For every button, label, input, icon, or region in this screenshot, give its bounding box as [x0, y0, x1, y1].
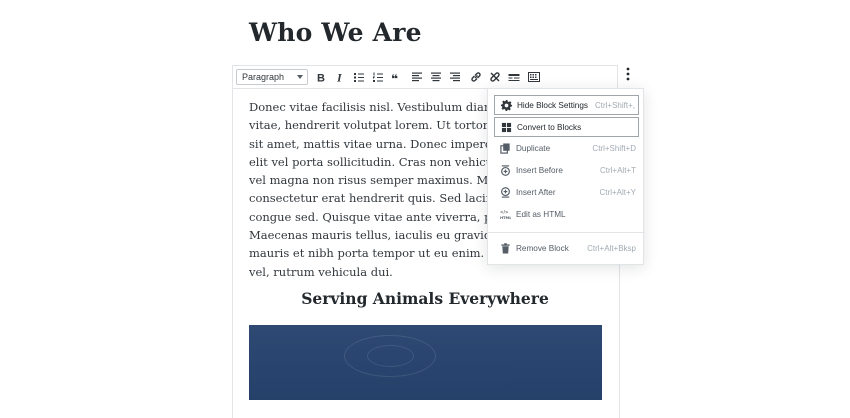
page-title[interactable]: Who We Are: [249, 18, 422, 47]
italic-icon[interactable]: I: [334, 71, 346, 83]
menu-item-label: Hide Block Settings: [517, 101, 588, 110]
menu-item-duplicate[interactable]: Duplicate Ctrl+Shift+D: [494, 139, 639, 159]
numbered-list-icon[interactable]: [372, 71, 384, 83]
menu-item-label: Convert to Blocks: [517, 123, 582, 132]
block-settings-menu: Hide Block Settings Ctrl+Shift+, Convert…: [487, 88, 645, 265]
bold-icon[interactable]: B: [315, 71, 327, 84]
menu-separator: [488, 232, 645, 233]
link-icon[interactable]: [470, 71, 482, 83]
bulleted-list-icon[interactable]: [353, 71, 365, 83]
menu-item-hide-block-settings[interactable]: Hide Block Settings Ctrl+Shift+,: [494, 95, 639, 115]
paragraph-line: vel, rutrum vehicula dui.: [249, 264, 393, 279]
menu-item-insert-after[interactable]: Insert After Ctrl+Alt+Y: [494, 183, 639, 203]
section-heading[interactable]: Serving Animals Everywhere: [232, 289, 618, 308]
menu-item-label: Insert After: [516, 188, 556, 197]
align-right-icon[interactable]: [449, 71, 461, 83]
menu-item-insert-before[interactable]: Insert Before Ctrl+Alt+T: [494, 161, 639, 181]
unlink-icon[interactable]: [489, 71, 501, 83]
menu-item-convert-to-blocks[interactable]: Convert to Blocks: [494, 117, 639, 137]
svg-text:</>: </>: [500, 210, 508, 215]
block-type-label: Paragraph: [242, 72, 285, 82]
trash-icon: [500, 243, 511, 254]
water-image[interactable]: [249, 325, 602, 400]
menu-item-shortcut: Ctrl+Alt+Bksp: [587, 244, 636, 253]
more-options-icon[interactable]: [622, 66, 634, 82]
menu-item-label: Edit as HTML: [516, 210, 566, 219]
svg-text:B: B: [317, 73, 325, 84]
svg-text:HTML: HTML: [500, 216, 511, 220]
quote-icon[interactable]: ❝: [391, 71, 403, 83]
toolbar-toggle-icon[interactable]: [528, 71, 540, 83]
insert-after-icon: [500, 187, 511, 198]
menu-item-shortcut: Ctrl+Shift+D: [592, 144, 636, 153]
duplicate-icon: [500, 143, 511, 154]
menu-item-shortcut: Ctrl+Shift+,: [594, 101, 635, 110]
align-left-icon[interactable]: [411, 71, 423, 83]
align-center-icon[interactable]: [430, 71, 442, 83]
svg-text:❝: ❝: [391, 72, 398, 83]
menu-item-remove-block[interactable]: Remove Block Ctrl+Alt+Bksp: [494, 239, 639, 259]
svg-text:I: I: [336, 71, 343, 83]
more-horizontal-icon[interactable]: [508, 71, 520, 83]
menu-item-label: Duplicate: [516, 144, 551, 153]
chevron-down-icon: [297, 75, 303, 79]
water-ripple: [367, 345, 414, 367]
block-toolbar: Paragraph B I ❝: [232, 65, 618, 89]
block-type-select[interactable]: Paragraph: [236, 69, 308, 85]
insert-before-icon: [500, 165, 511, 176]
grid-blocks-icon: [501, 122, 512, 133]
gear-icon: [501, 100, 512, 111]
menu-item-label: Insert Before: [516, 166, 563, 175]
menu-item-shortcut: Ctrl+Alt+T: [599, 166, 636, 175]
html-icon: </> HTML: [500, 209, 512, 221]
menu-item-shortcut: Ctrl+Alt+Y: [599, 188, 636, 197]
menu-item-edit-as-html[interactable]: </> HTML Edit as HTML: [494, 205, 639, 225]
menu-item-label: Remove Block: [516, 244, 569, 253]
